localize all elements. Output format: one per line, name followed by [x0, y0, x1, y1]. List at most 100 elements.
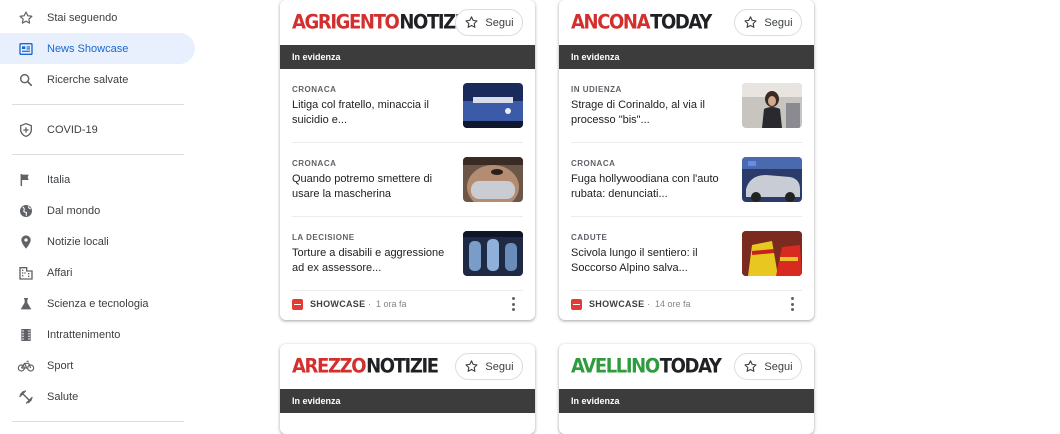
star-outline-icon [17, 9, 35, 27]
showcase-source-icon [292, 299, 303, 310]
star-outline-icon [465, 16, 478, 28]
publisher-logo[interactable]: AGRIGENTONOTIZIE [292, 11, 472, 35]
sidebar-item-label: News Showcase [47, 42, 129, 55]
follow-button[interactable]: Segui [455, 353, 523, 380]
star-outline-icon [744, 360, 757, 372]
search-icon [17, 71, 35, 89]
showcase-icon [17, 40, 35, 58]
publisher-card-anconatoday: ANCONATODAY Segui In evidenza IN UDIENZA… [559, 0, 814, 320]
story-category: CRONACA [292, 159, 337, 168]
sidebar: Stai seguendo News Showcase Ricerche sal… [0, 0, 200, 424]
sidebar-divider [12, 104, 184, 105]
in-evidenza-bar: In evidenza [280, 45, 535, 69]
star-outline-icon [465, 360, 478, 372]
globe-icon [17, 202, 35, 220]
shield-plus-icon [17, 121, 35, 139]
sidebar-item-salute[interactable]: Salute [0, 381, 195, 412]
story-item[interactable]: CRONACA Fuga hollywoodiana con l'auto ru… [571, 143, 802, 217]
sidebar-item-stai-seguendo[interactable]: Stai seguendo [0, 2, 195, 33]
story-title[interactable]: Strage di Corinaldo, al via il processo … [571, 98, 733, 128]
story-item[interactable]: CADUTE Scivola lungo il sentiero: il Soc… [571, 217, 802, 291]
publisher-logo[interactable]: AVELLINOTODAY [571, 355, 722, 379]
source-label[interactable]: SHOWCASE [589, 299, 644, 309]
sidebar-divider [12, 154, 184, 155]
location-pin-icon [17, 233, 35, 251]
follow-button[interactable]: Segui [455, 9, 523, 36]
sidebar-item-intrattenimento[interactable]: Intrattenimento [0, 319, 195, 350]
follow-button[interactable]: Segui [734, 9, 802, 36]
sidebar-item-affari[interactable]: Affari [0, 257, 195, 288]
logo-part-a: AREZZO [292, 355, 366, 379]
sidebar-item-label: Ricerche salvate [47, 73, 129, 86]
sidebar-item-label: Notizie locali [47, 235, 109, 248]
card-footer: SHOWCASE · 14 ore fa [559, 291, 814, 319]
source-label[interactable]: SHOWCASE [310, 299, 365, 309]
card-header: AGRIGENTONOTIZIE Segui [280, 0, 535, 45]
separator-dot: · [368, 299, 371, 309]
flag-icon [17, 171, 35, 189]
more-options-icon[interactable] [786, 297, 798, 311]
story-category: CRONACA [292, 85, 337, 94]
card-header: AREZZONOTIZIE Segui [280, 344, 535, 389]
story-thumbnail[interactable] [463, 83, 523, 128]
film-icon [17, 326, 35, 344]
story-title[interactable]: Scivola lungo il sentiero: il Soccorso A… [571, 246, 733, 276]
publisher-card-avellinotoday: AVELLINOTODAY Segui In evidenza [559, 344, 814, 434]
publisher-card-agrigentonotizie: AGRIGENTONOTIZIE Segui In evidenza CRONA… [280, 0, 535, 320]
story-title[interactable]: Torture a disabili e aggressione ad ex a… [292, 246, 454, 276]
sidebar-item-dal-mondo[interactable]: Dal mondo [0, 195, 195, 226]
story-category: CRONACA [571, 159, 616, 168]
card-footer: SHOWCASE · 1 ora fa [280, 291, 535, 319]
sidebar-item-label: Italia [47, 173, 71, 186]
publisher-logo[interactable]: AREZZONOTIZIE [292, 355, 439, 379]
publisher-logo[interactable]: ANCONATODAY [571, 11, 712, 35]
sidebar-item-italia[interactable]: Italia [0, 164, 195, 195]
story-item[interactable]: CRONACA Quando potremo smettere di usare… [292, 143, 523, 217]
follow-label: Segui [485, 360, 514, 373]
separator-dot: · [647, 299, 650, 309]
story-title[interactable]: Fuga hollywoodiana con l'auto rubata: de… [571, 172, 733, 202]
story-category: LA DECISIONE [292, 233, 355, 242]
story-thumbnail[interactable] [463, 231, 523, 276]
sidebar-divider [12, 421, 184, 422]
star-outline-icon [744, 16, 757, 28]
more-options-icon[interactable] [507, 297, 519, 311]
sidebar-item-news-showcase[interactable]: News Showcase [0, 33, 195, 64]
fitness-icon [17, 388, 35, 406]
sidebar-item-ricerche-salvate[interactable]: Ricerche salvate [0, 64, 195, 95]
flask-icon [17, 295, 35, 313]
sidebar-item-covid-19[interactable]: COVID-19 [0, 114, 195, 145]
story-thumbnail[interactable] [742, 83, 802, 128]
story-title[interactable]: Quando potremo smettere di usare la masc… [292, 172, 454, 202]
sidebar-item-label: Salute [47, 390, 79, 403]
story-item[interactable]: LA DECISIONE Torture a disabili e aggres… [292, 217, 523, 291]
publisher-card-arezzonotizie: AREZZONOTIZIE Segui In evidenza [280, 344, 535, 434]
story-category: CADUTE [571, 233, 608, 242]
bicycle-icon [17, 357, 35, 375]
sidebar-item-label: COVID-19 [47, 123, 98, 136]
sidebar-item-label: Sport [47, 359, 74, 372]
follow-label: Segui [764, 360, 793, 373]
logo-part-b: TODAY [650, 11, 712, 35]
in-evidenza-bar: In evidenza [559, 389, 814, 413]
story-category: IN UDIENZA [571, 85, 622, 94]
sidebar-item-scienza-e-tecnologia[interactable]: Scienza e tecnologia [0, 288, 195, 319]
sidebar-item-notizie-locali[interactable]: Notizie locali [0, 226, 195, 257]
follow-label: Segui [485, 16, 514, 29]
sidebar-item-label: Stai seguendo [47, 11, 118, 24]
sidebar-item-label: Dal mondo [47, 204, 101, 217]
story-thumbnail[interactable] [742, 157, 802, 202]
in-evidenza-bar: In evidenza [559, 45, 814, 69]
follow-button[interactable]: Segui [734, 353, 802, 380]
card-header: ANCONATODAY Segui [559, 0, 814, 45]
logo-part-a: AGRIGENTO [292, 11, 400, 35]
sidebar-item-sport[interactable]: Sport [0, 350, 195, 381]
logo-part-a: AVELLINO [571, 355, 660, 379]
sidebar-item-label: Affari [47, 266, 73, 279]
logo-part-b: NOTIZIE [366, 355, 439, 379]
story-title[interactable]: Litiga col fratello, minaccia il suicidi… [292, 98, 454, 128]
story-item[interactable]: CRONACA Litiga col fratello, minaccia il… [292, 69, 523, 143]
story-thumbnail[interactable] [463, 157, 523, 202]
story-item[interactable]: IN UDIENZA Strage di Corinaldo, al via i… [571, 69, 802, 143]
story-thumbnail[interactable] [742, 231, 802, 276]
